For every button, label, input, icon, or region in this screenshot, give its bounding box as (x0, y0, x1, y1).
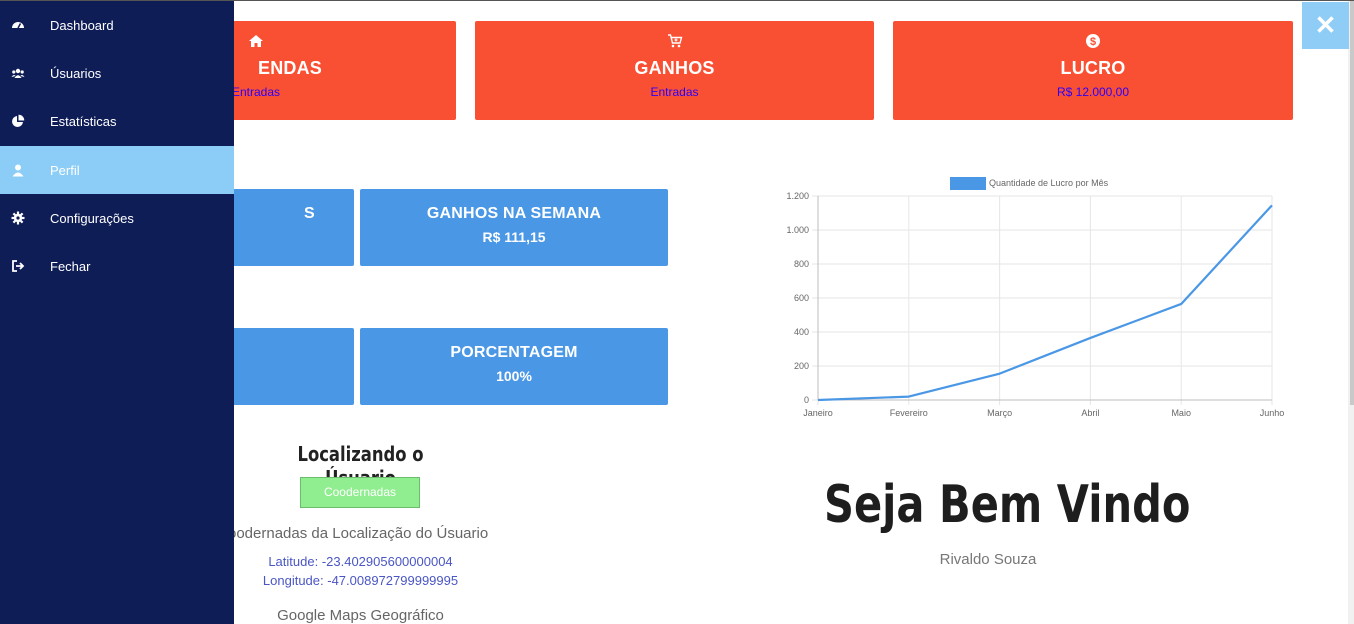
sidebar-item-label: Configurações (50, 210, 134, 226)
pie-chart-icon (12, 114, 25, 127)
card-ganhos-semana-value: R$ 111,15 (482, 229, 546, 245)
svg-text:$: $ (1090, 36, 1096, 48)
y-tick-label: 200 (794, 361, 809, 371)
close-button[interactable]: ✕ (1302, 2, 1349, 49)
profit-line-chart: 0 200 400 600 800 1.000 1.200 Janeiro Fevereiro M… (786, 177, 1285, 418)
latitude-text: Latitude: -23.402905600000004 (268, 554, 453, 569)
card-ganhos-title: GANHOS (634, 58, 715, 78)
page: ENDAS Entradas GANHOS Entradas $ LUCRO R… (0, 0, 1354, 624)
card-ganhos-semana-title: GANHOS NA SEMANA (426, 205, 602, 222)
sidebar: Dashboard Úsuarios Estatísticas Perfil C… (0, 1, 234, 624)
dollar-icon: $ (1086, 34, 1100, 48)
dashboard-icon (12, 22, 24, 29)
user-icon (12, 164, 24, 177)
x-tick-label: Janeiro (803, 408, 833, 418)
longitude-text: Longitude: -47.008972799999995 (262, 573, 459, 588)
sign-out-icon (12, 260, 25, 272)
y-tick-label: 0 (804, 395, 809, 405)
y-tick-label: 1.000 (786, 225, 809, 235)
scrollbar-thumb[interactable] (1350, 1, 1354, 405)
welcome-title: Seja Bem Vindo (824, 475, 1191, 535)
card-ganhos: GANHOS Entradas (475, 21, 874, 120)
sidebar-item-dashboard[interactable]: Dashboard (0, 1, 234, 49)
users-icon (11, 68, 25, 78)
sidebar-item-fechar[interactable]: Fechar (0, 242, 234, 290)
card-lucro-sub: R$ 12.000,00 (1056, 85, 1130, 99)
scrollbar[interactable] (1348, 1, 1354, 624)
x-tick-label: Fevereiro (890, 408, 928, 418)
maps-title: Google Maps Geográfico (277, 607, 444, 624)
legend-swatch (950, 177, 986, 190)
card-porcentagem-value: 100% (496, 368, 532, 384)
sidebar-item-label: Perfil (50, 162, 80, 178)
x-tick-label: Junho (1260, 408, 1285, 418)
card-lucro-title: LUCRO (1060, 58, 1126, 78)
sidebar-item-label: Fechar (50, 258, 91, 274)
series-line (817, 204, 1273, 402)
x-tick-label: Maio (1171, 408, 1191, 418)
card-lucro: $ LUCRO R$ 12.000,00 (893, 21, 1293, 120)
coordinates-button[interactable]: Coodernadas (300, 477, 420, 508)
cart-icon (667, 34, 682, 48)
sidebar-item-configuracoes[interactable]: Configurações (0, 194, 234, 242)
y-tick-label: 600 (794, 293, 809, 303)
card-ganhos-semana: GANHOS NA SEMANA R$ 111,15 (360, 189, 668, 266)
y-tick-label: 800 (794, 259, 809, 269)
card-porcentagem-title: PORCENTAGEM (450, 344, 578, 361)
sidebar-item-usuarios[interactable]: Úsuarios (0, 49, 234, 97)
sidebar-item-label: Dashboard (50, 17, 114, 33)
card-ganhos-sub: Entradas (650, 85, 699, 99)
legend-label: Quantidade de Lucro por Mês (989, 178, 1109, 188)
y-tick-label: 400 (794, 327, 809, 337)
sidebar-item-label: Estatísticas (50, 113, 117, 129)
sidebar-item-label: Úsuarios (50, 65, 102, 81)
coordinates-heading: oodernadas da Localização do Úsuario (228, 525, 489, 542)
y-tick-label: 1.200 (786, 191, 809, 201)
x-tick-label: Abril (1081, 408, 1099, 418)
user-name: Rivaldo Souza (939, 551, 1037, 568)
gear-icon (11, 211, 25, 225)
sidebar-item-perfil[interactable]: Perfil (0, 146, 234, 194)
home-icon (249, 35, 263, 47)
sidebar-item-estatisticas[interactable]: Estatísticas (0, 97, 234, 145)
card-porcentagem: PORCENTAGEM 100% (360, 328, 668, 405)
x-tick-label: Março (987, 408, 1012, 418)
